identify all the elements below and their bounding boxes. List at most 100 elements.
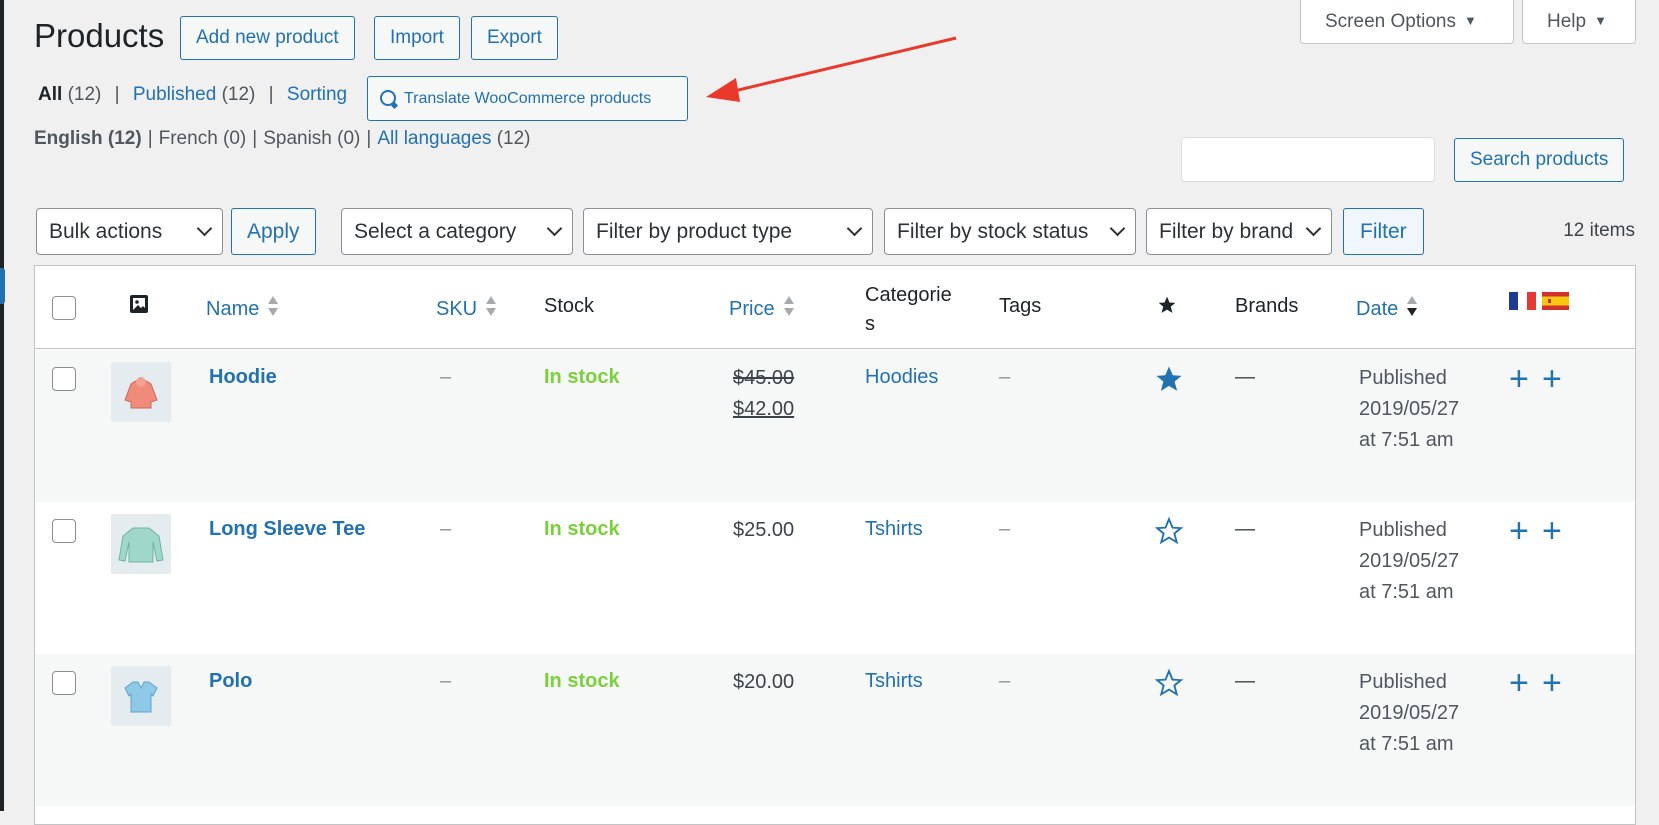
- wpml-icon: [380, 90, 396, 106]
- stock-status: In stock: [544, 518, 620, 540]
- column-categories-label-line1: Categorie: [865, 284, 952, 306]
- product-brands: —: [1235, 670, 1255, 692]
- screen-options-tab[interactable]: Screen Options ▼: [1300, 0, 1514, 44]
- stock-status: In stock: [544, 670, 620, 692]
- product-thumbnail[interactable]: [111, 514, 171, 574]
- export-button[interactable]: Export: [471, 16, 558, 60]
- column-price-header[interactable]: Price: [729, 295, 795, 321]
- row-checkbox[interactable]: [52, 367, 76, 391]
- products-table: Name SKU Stock Price Categorie s Tags Bra…: [34, 265, 1636, 825]
- bulk-actions-value: Bulk actions: [49, 220, 163, 243]
- translate-products-button[interactable]: Translate WooCommerce products: [367, 76, 688, 121]
- sort-icon: [268, 296, 279, 316]
- product-type-select[interactable]: Filter by product type: [583, 208, 873, 255]
- stock-status-select[interactable]: Filter by stock status: [884, 208, 1136, 255]
- apply-button[interactable]: Apply: [231, 208, 316, 255]
- product-thumbnail[interactable]: [111, 666, 171, 726]
- featured-star-outline-icon[interactable]: [1154, 516, 1184, 552]
- sale-price: $42.00: [733, 398, 795, 420]
- status-published-link[interactable]: Published: [133, 84, 216, 105]
- language-spanish-link[interactable]: Spanish (0): [263, 128, 360, 149]
- column-date-header[interactable]: Date: [1356, 295, 1418, 321]
- column-brands-header: Brands: [1235, 295, 1299, 317]
- product-name-link[interactable]: Long Sleeve Tee: [209, 518, 365, 541]
- add-french-translation-icon[interactable]: +: [1509, 514, 1529, 548]
- product-price: $25.00: [733, 519, 795, 541]
- sort-icon: [783, 296, 794, 316]
- add-spanish-translation-icon[interactable]: +: [1542, 514, 1562, 548]
- add-french-translation-icon[interactable]: +: [1509, 362, 1529, 396]
- date-value: 2019/05/27: [1359, 398, 1460, 420]
- row-checkbox[interactable]: [52, 671, 76, 695]
- caret-down-icon: ▼: [1463, 13, 1477, 28]
- product-tags: –: [999, 366, 1011, 388]
- add-french-translation-icon[interactable]: +: [1509, 666, 1529, 700]
- separator: |: [252, 128, 258, 149]
- select-all-checkbox[interactable]: [52, 296, 76, 320]
- product-date: Published 2019/05/27 at 7:51 am: [1359, 363, 1489, 456]
- add-spanish-translation-icon[interactable]: +: [1542, 666, 1562, 700]
- product-category-link[interactable]: Tshirts: [865, 518, 923, 541]
- add-new-product-button[interactable]: Add new product: [180, 16, 355, 60]
- chevron-down-icon: [1109, 220, 1126, 237]
- translate-products-label: Translate WooCommerce products: [404, 90, 652, 107]
- admin-sidebar-edge: [0, 0, 5, 811]
- caret-down-icon: ▼: [1594, 13, 1607, 28]
- product-name-link[interactable]: Hoodie: [209, 366, 277, 389]
- table-row: Hoodie – In stock $45.00 $42.00 Hoodies –…: [35, 350, 1635, 502]
- language-all-count: (12): [496, 128, 531, 149]
- stock-status-select-value: Filter by stock status: [897, 220, 1089, 243]
- help-tab[interactable]: Help ▼: [1522, 0, 1636, 44]
- column-stock-header: Stock: [544, 295, 595, 317]
- page-title: Products: [34, 17, 165, 54]
- date-value: 2019/05/27: [1359, 550, 1460, 572]
- product-search-input[interactable]: [1181, 137, 1435, 182]
- language-french-link[interactable]: French (0): [159, 128, 247, 149]
- column-sku-header[interactable]: SKU: [436, 295, 497, 321]
- spanish-flag-icon: [1542, 292, 1569, 316]
- status-filter-links: All (12) | Published (12) | Sorting: [38, 84, 347, 106]
- product-thumbnail[interactable]: [111, 362, 171, 422]
- product-name-link[interactable]: Polo: [209, 670, 252, 693]
- regular-price: $45.00: [733, 367, 795, 389]
- product-sku: –: [440, 518, 452, 540]
- featured-star-outline-icon[interactable]: [1154, 668, 1184, 704]
- status-all-count: (12): [67, 84, 102, 105]
- screen-options-label: Screen Options: [1325, 11, 1456, 32]
- status-published-count: (12): [221, 84, 256, 105]
- french-flag-icon: [1509, 292, 1536, 316]
- table-header: Name SKU Stock Price Categorie s Tags Bra…: [35, 266, 1635, 349]
- separator: |: [114, 84, 120, 105]
- product-price: $20.00: [733, 671, 795, 693]
- search-products-button[interactable]: Search products: [1454, 138, 1625, 182]
- language-english-link[interactable]: English (12): [34, 128, 142, 149]
- date-status: Published: [1359, 367, 1447, 389]
- row-checkbox[interactable]: [52, 519, 76, 543]
- chevron-down-icon: [196, 220, 213, 237]
- import-button[interactable]: Import: [374, 16, 460, 60]
- product-sku: –: [440, 670, 452, 692]
- product-sku: –: [440, 366, 452, 388]
- column-name-header[interactable]: Name: [206, 295, 279, 321]
- add-spanish-translation-icon[interactable]: +: [1542, 362, 1562, 396]
- product-category-link[interactable]: Tshirts: [865, 670, 923, 693]
- table-row: Polo – In stock $20.00 Tshirts – — Publi…: [35, 654, 1635, 806]
- status-all-link[interactable]: All: [38, 84, 62, 105]
- product-price: $45.00 $42.00: [733, 363, 794, 425]
- featured-star-filled-icon[interactable]: [1154, 364, 1184, 400]
- brand-select-value: Filter by brand: [1159, 220, 1294, 243]
- sorting-link[interactable]: Sorting: [287, 84, 347, 105]
- bulk-actions-select[interactable]: Bulk actions: [36, 208, 223, 255]
- admin-sidebar-active-marker: [0, 268, 5, 304]
- stock-status: In stock: [544, 366, 620, 388]
- language-filter-links: English (12) | French (0) | Spanish (0) | All …: [34, 128, 530, 150]
- filter-button[interactable]: Filter: [1343, 208, 1424, 255]
- brand-select[interactable]: Filter by brand: [1146, 208, 1332, 255]
- product-category-link[interactable]: Hoodies: [865, 366, 938, 389]
- separator: |: [268, 84, 274, 105]
- product-date: Published 2019/05/27 at 7:51 am: [1359, 515, 1489, 608]
- category-select[interactable]: Select a category: [341, 208, 573, 255]
- language-all-link[interactable]: All languages: [377, 128, 491, 149]
- annotation-arrow: [706, 36, 957, 102]
- category-select-value: Select a category: [354, 220, 517, 243]
